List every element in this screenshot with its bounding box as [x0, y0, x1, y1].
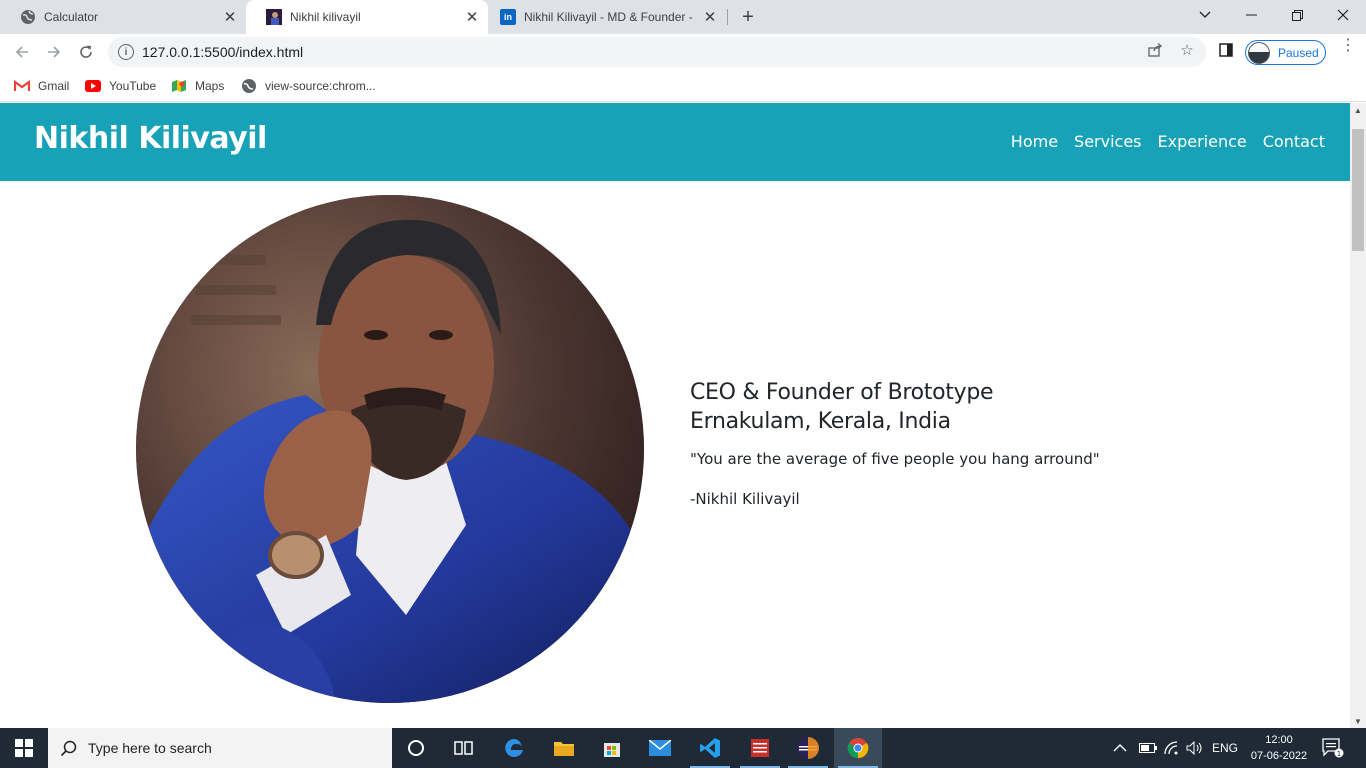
globe-icon [20, 9, 36, 25]
battery-icon[interactable] [1139, 728, 1157, 768]
site-header: Nikhil Kilivayil Home Services Experienc… [0, 103, 1350, 181]
scroll-down-arrow-icon[interactable]: ▼ [1350, 714, 1366, 728]
taskbar: Type here to search ENG 12:00 07-06-2022… [0, 728, 1366, 768]
clock-time: 12:00 [1265, 734, 1293, 746]
tab-title: Calculator [44, 10, 99, 24]
eclipse-icon[interactable] [784, 728, 832, 768]
bookmark-label: YouTube [109, 79, 157, 93]
nav-contact-link[interactable]: Contact [1263, 132, 1325, 151]
edge-icon[interactable] [490, 728, 538, 768]
profile-photo [136, 195, 644, 703]
bookmark-label: Maps [195, 79, 225, 93]
close-window-button[interactable] [1320, 0, 1366, 30]
site-brand[interactable]: Nikhil Kilivayil [34, 121, 267, 156]
scroll-thumb[interactable] [1352, 129, 1364, 251]
youtube-icon [85, 78, 101, 94]
task-view-icon[interactable] [440, 728, 488, 768]
nav-home-link[interactable]: Home [1011, 132, 1058, 151]
tab-title: Nikhil Kilivayil - MD & Founder - [524, 10, 693, 24]
quote-signature: -Nikhil Kilivayil [690, 490, 800, 508]
address-bar[interactable]: i 127.0.0.1:5500/index.html [108, 37, 1206, 67]
mail-icon[interactable] [636, 728, 684, 768]
headline-location: Ernakulam, Kerala, India [690, 409, 951, 434]
windows-icon [15, 739, 33, 757]
tab-separator [727, 9, 728, 25]
back-button[interactable] [8, 38, 36, 66]
tab-calculator[interactable]: Calculator ✕ [0, 0, 246, 34]
bookmark-gmail[interactable]: Gmail [14, 76, 69, 96]
menu-icon[interactable]: ⋮ [1340, 38, 1356, 54]
tab-nikhil-kilivayil[interactable]: Nikhil kilivayil ✕ [246, 0, 488, 34]
page-viewport: Nikhil Kilivayil Home Services Experienc… [0, 103, 1350, 728]
nav-experience-link[interactable]: Experience [1158, 132, 1247, 151]
close-tab-icon[interactable]: ✕ [462, 7, 482, 27]
gmail-icon [14, 78, 30, 94]
tab-title: Nikhil kilivayil [290, 10, 361, 24]
close-tab-icon[interactable]: ✕ [220, 7, 240, 27]
bookmarks-bar: Gmail YouTube Maps view-source:chrom... [0, 70, 1366, 102]
start-button[interactable] [0, 728, 48, 768]
tab-linkedin[interactable]: in Nikhil Kilivayil - MD & Founder - ✕ [488, 0, 726, 34]
share-icon[interactable] [1146, 41, 1164, 59]
side-panel-icon[interactable] [1217, 41, 1235, 59]
intro-text: CEO & Founder of Brototype Ernakulam, Ke… [690, 378, 1250, 510]
clock-date: 07-06-2022 [1250, 750, 1308, 762]
file-explorer-icon[interactable] [540, 728, 588, 768]
maps-icon [171, 78, 187, 94]
bookmark-label: view-source:chrom... [265, 79, 376, 93]
store-icon[interactable] [588, 728, 636, 768]
browser-toolbar: i 127.0.0.1:5500/index.html ☆ Paused ⋮ [0, 34, 1366, 70]
vscode-icon[interactable] [686, 728, 734, 768]
restore-button[interactable] [1274, 0, 1320, 30]
forward-button[interactable] [40, 38, 68, 66]
app-icon-red[interactable] [736, 728, 784, 768]
headline-title: CEO & Founder of Brototype [690, 380, 994, 405]
bookmark-maps[interactable]: Maps [171, 76, 224, 96]
notifications-icon[interactable]: 1 [1322, 728, 1344, 768]
taskbar-search[interactable]: Type here to search [48, 728, 392, 768]
bookmark-youtube[interactable]: YouTube [85, 76, 156, 96]
quote-text: "You are the average of five people you … [690, 450, 1100, 468]
close-tab-icon[interactable]: ✕ [700, 7, 720, 27]
system-clock[interactable]: 12:00 07-06-2022 [1244, 732, 1314, 764]
search-placeholder: Type here to search [88, 740, 212, 756]
minimize-button[interactable] [1228, 0, 1274, 30]
vertical-scrollbar[interactable]: ▲ ▼ [1350, 103, 1366, 728]
wifi-icon[interactable] [1163, 728, 1179, 768]
search-icon [60, 739, 78, 757]
avatar [1248, 41, 1270, 64]
tab-search-icon[interactable] [1182, 0, 1228, 30]
bookmark-view-source[interactable]: view-source:chrom... [241, 76, 376, 96]
site-info-icon[interactable]: i [118, 44, 134, 60]
bookmark-label: Gmail [38, 79, 70, 93]
url-text: 127.0.0.1:5500/index.html [142, 44, 304, 60]
reload-button[interactable] [72, 38, 100, 66]
language-indicator[interactable]: ENG [1212, 728, 1238, 768]
tab-strip: Calculator ✕ Nikhil kilivayil ✕ in Nikhi… [0, 0, 1366, 34]
new-tab-button[interactable]: + [736, 5, 760, 29]
chrome-icon[interactable] [834, 728, 882, 768]
cortana-icon[interactable] [392, 728, 440, 768]
volume-icon[interactable] [1186, 728, 1204, 768]
svg-text:1: 1 [1337, 750, 1341, 758]
site-favicon-icon [266, 9, 282, 25]
show-hidden-icons[interactable] [1113, 728, 1127, 768]
bookmark-star-icon[interactable]: ☆ [1178, 41, 1196, 59]
site-nav: Home Services Experience Contact [1011, 132, 1325, 151]
globe-icon [241, 78, 257, 94]
profile-status: Paused [1278, 45, 1319, 60]
nav-services-link[interactable]: Services [1074, 132, 1141, 151]
linkedin-icon: in [500, 9, 516, 25]
profile-button[interactable]: Paused [1245, 40, 1326, 65]
scroll-up-arrow-icon[interactable]: ▲ [1350, 103, 1366, 117]
